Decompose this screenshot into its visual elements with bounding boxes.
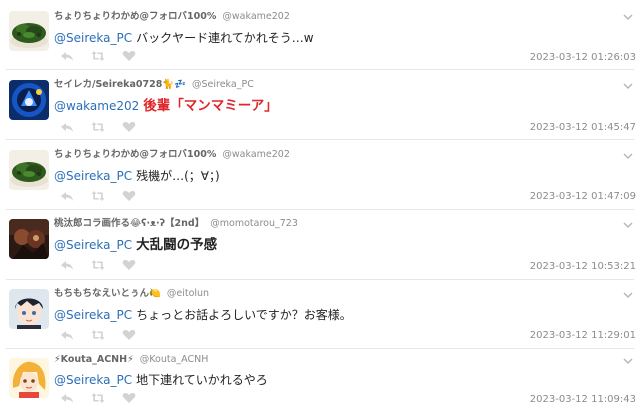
- chevron-down-icon[interactable]: [623, 357, 633, 365]
- tweet-body: 大乱闘の予感: [136, 237, 218, 253]
- chevron-down-icon[interactable]: [623, 13, 633, 21]
- timestamp[interactable]: 2023-03-12 01:26:03: [530, 52, 636, 64]
- tweet-text: @Seireka_PC 地下連れていかれるやろ: [54, 371, 268, 389]
- tweet-item[interactable]: ちょりちょりわかめ@フォロバ100% @wakame202 @Seireka_P…: [0, 0, 640, 70]
- retweet-icon[interactable]: [91, 50, 105, 62]
- avatar[interactable]: [9, 289, 49, 329]
- avatar[interactable]: [9, 219, 49, 259]
- tweet-actions: [60, 190, 136, 202]
- tweet-actions: [60, 329, 136, 341]
- tweet-text: @Seireka_PC バックヤード連れてかれそう…w: [54, 29, 314, 47]
- avatar[interactable]: [9, 80, 49, 120]
- dark-art-avatar-image: [9, 219, 49, 259]
- display-name[interactable]: ちょりちょりわかめ@フォロバ100%: [54, 11, 216, 22]
- chevron-down-icon[interactable]: [623, 152, 633, 160]
- tweet-body: バックヤード連れてかれそう…w: [136, 31, 314, 45]
- tweet-header: ⚡Kouta_ACNH⚡ @Kouta_ACNH: [54, 353, 208, 367]
- heart-icon[interactable]: [122, 329, 136, 341]
- tweet-text: @Seireka_PC 残機が…(；∀；): [54, 167, 220, 185]
- reply-icon[interactable]: [60, 190, 74, 202]
- timestamp[interactable]: 2023-03-12 11:29:01: [530, 330, 636, 342]
- retweet-icon[interactable]: [91, 259, 105, 271]
- tweet-item[interactable]: 桃汰郎コラ画作る😂ʕ·ᴥ·ʔ【2nd】 @momotarou_723 @Seir…: [0, 210, 640, 280]
- tweet-text: @wakame202 後輩「マンマミーア」: [54, 97, 278, 115]
- user-handle[interactable]: @momotarou_723: [210, 218, 298, 229]
- mention-link[interactable]: @Seireka_PC: [54, 308, 132, 322]
- reply-icon[interactable]: [60, 329, 74, 341]
- tweet-actions: [60, 50, 136, 62]
- reply-icon[interactable]: [60, 392, 74, 404]
- tweet-body: 後輩「マンマミーア」: [143, 98, 278, 114]
- tweet-header: ちょりちょりわかめ@フォロバ100% @wakame202: [54, 148, 290, 162]
- tweet-actions: [60, 121, 136, 133]
- heart-icon[interactable]: [122, 259, 136, 271]
- user-handle[interactable]: @wakame202: [222, 149, 289, 160]
- tweet-actions: [60, 259, 136, 271]
- chevron-down-icon[interactable]: [623, 221, 633, 229]
- timestamp[interactable]: 2023-03-12 11:09:43: [530, 394, 636, 406]
- avatar[interactable]: [9, 150, 49, 190]
- user-handle[interactable]: @wakame202: [222, 11, 289, 22]
- tweet-header: もちもちなえいとぅん🍋 @eitolun: [54, 287, 209, 301]
- avatar[interactable]: [9, 11, 49, 51]
- retweet-icon[interactable]: [91, 392, 105, 404]
- user-handle[interactable]: @eitolun: [167, 288, 209, 299]
- mention-link[interactable]: @Seireka_PC: [54, 373, 132, 387]
- mention-link[interactable]: @Seireka_PC: [54, 31, 132, 45]
- heart-icon[interactable]: [122, 121, 136, 133]
- anime-boy-avatar-image: [9, 289, 49, 329]
- tweet-feed: ちょりちょりわかめ@フォロバ100% @wakame202 @Seireka_P…: [0, 0, 640, 411]
- display-name[interactable]: セイレカ/Seireka0728🐈💤: [54, 79, 186, 90]
- mention-link[interactable]: @wakame202: [54, 99, 139, 113]
- retweet-icon[interactable]: [91, 121, 105, 133]
- seaweed-avatar-image: [9, 150, 49, 190]
- tweet-body: 残機が…(；∀；): [136, 169, 220, 183]
- tweet-item[interactable]: ちょりちょりわかめ@フォロバ100% @wakame202 @Seireka_P…: [0, 140, 640, 210]
- user-handle[interactable]: @Kouta_ACNH: [140, 354, 209, 365]
- timestamp[interactable]: 2023-03-12 01:45:47: [530, 122, 636, 134]
- display-name[interactable]: もちもちなえいとぅん🍋: [54, 288, 161, 299]
- tweet-body: 地下連れていかれるやろ: [136, 373, 268, 387]
- timestamp[interactable]: 2023-03-12 01:47:09: [530, 191, 636, 203]
- blonde-girl-avatar-image: [9, 358, 49, 398]
- chevron-down-icon[interactable]: [623, 82, 633, 90]
- display-name[interactable]: 桃汰郎コラ画作る😂ʕ·ᴥ·ʔ【2nd】: [54, 218, 204, 229]
- tweet-item[interactable]: セイレカ/Seireka0728🐈💤 @Seireka_PC @wakame20…: [0, 70, 640, 140]
- seaweed-avatar-image: [9, 11, 49, 51]
- mention-link[interactable]: @Seireka_PC: [54, 169, 132, 183]
- tweet-text: @Seireka_PC ちょっとお話よろしいですか？お客様。: [54, 306, 352, 324]
- tweet-header: セイレカ/Seireka0728🐈💤 @Seireka_PC: [54, 78, 254, 92]
- reply-icon[interactable]: [60, 259, 74, 271]
- timestamp[interactable]: 2023-03-12 10:53:21: [530, 261, 636, 273]
- reply-icon[interactable]: [60, 121, 74, 133]
- blue-emblem-avatar-image: [9, 80, 49, 120]
- tweet-text: @Seireka_PC 大乱闘の予感: [54, 236, 217, 254]
- chevron-down-icon[interactable]: [623, 291, 633, 299]
- tweet-header: ちょりちょりわかめ@フォロバ100% @wakame202: [54, 10, 290, 24]
- reply-icon[interactable]: [60, 50, 74, 62]
- tweet-actions: [60, 392, 136, 404]
- heart-icon[interactable]: [122, 392, 136, 404]
- retweet-icon[interactable]: [91, 190, 105, 202]
- user-handle[interactable]: @Seireka_PC: [192, 79, 254, 90]
- retweet-icon[interactable]: [91, 329, 105, 341]
- display-name[interactable]: ちょりちょりわかめ@フォロバ100%: [54, 149, 216, 160]
- heart-icon[interactable]: [122, 190, 136, 202]
- tweet-item[interactable]: ⚡Kouta_ACNH⚡ @Kouta_ACNH @Seireka_PC 地下連れ…: [0, 349, 640, 411]
- avatar[interactable]: [9, 358, 49, 398]
- display-name[interactable]: ⚡Kouta_ACNH⚡: [54, 354, 134, 365]
- tweet-header: 桃汰郎コラ画作る😂ʕ·ᴥ·ʔ【2nd】 @momotarou_723: [54, 217, 298, 231]
- heart-icon[interactable]: [122, 50, 136, 62]
- tweet-item[interactable]: もちもちなえいとぅん🍋 @eitolun @Seireka_PC ちょっとお話よろ…: [0, 280, 640, 350]
- mention-link[interactable]: @Seireka_PC: [54, 238, 132, 252]
- tweet-body: ちょっとお話よろしいですか？お客様。: [136, 308, 352, 322]
